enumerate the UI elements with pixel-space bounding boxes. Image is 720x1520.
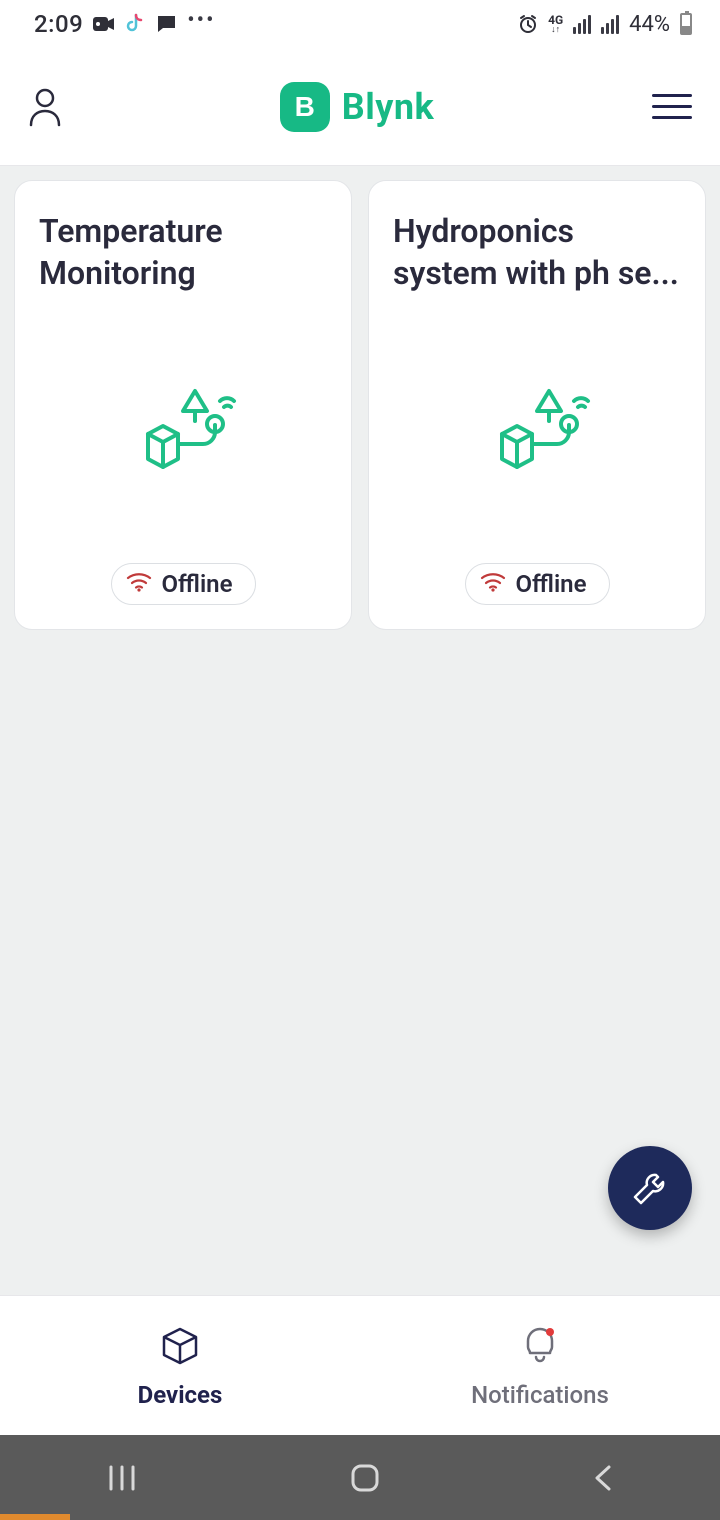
wifi-offline-icon: [480, 570, 506, 598]
tiktok-icon: [125, 13, 145, 35]
tools-fab[interactable]: [608, 1146, 692, 1230]
android-nav-bar: [0, 1435, 720, 1520]
status-label: Offline: [516, 570, 587, 598]
profile-icon[interactable]: [28, 87, 62, 127]
menu-button[interactable]: [652, 94, 692, 119]
device-grid: Temperature Monitoring Offline: [0, 166, 720, 644]
status-chip: Offline: [465, 563, 610, 605]
tab-label: Devices: [138, 1381, 223, 1409]
brand-logo: B Blynk: [280, 82, 435, 132]
status-time: 2:09: [34, 10, 83, 38]
status-chip: Offline: [111, 563, 256, 605]
more-icon: •••: [187, 8, 215, 33]
network-4g-icon: 4G↓↑: [548, 14, 563, 35]
alarm-icon: [518, 14, 538, 34]
device-card[interactable]: Temperature Monitoring Offline: [14, 180, 352, 630]
nav-home[interactable]: [349, 1462, 381, 1498]
signal-1-icon: [573, 15, 591, 34]
brand-badge: B: [280, 82, 330, 132]
tab-label: Notifications: [471, 1381, 609, 1409]
wifi-offline-icon: [126, 570, 152, 598]
status-label: Offline: [162, 570, 233, 598]
battery-percent: 44%: [629, 12, 670, 37]
device-title: Temperature Monitoring: [39, 211, 327, 294]
nav-back[interactable]: [591, 1463, 615, 1497]
device-card[interactable]: Hydroponics system with ph se... Offline: [368, 180, 706, 630]
device-title: Hydroponics system with ph se...: [393, 211, 681, 294]
bell-icon: [518, 1323, 562, 1371]
tab-notifications[interactable]: Notifications: [360, 1296, 720, 1435]
signal-2-icon: [601, 15, 619, 34]
bottom-tab-bar: Devices Notifications: [0, 1295, 720, 1435]
battery-icon: [680, 13, 692, 35]
tab-devices[interactable]: Devices: [0, 1296, 360, 1435]
android-status-bar: 2:09 ••• 4G↓↑ 44%: [0, 0, 720, 48]
app-header: B Blynk: [0, 48, 720, 166]
device-illustration-icon: [393, 294, 681, 563]
device-illustration-icon: [39, 294, 327, 563]
camera-icon: [93, 16, 115, 32]
brand-name: Blynk: [342, 86, 435, 128]
cube-icon: [158, 1323, 202, 1371]
wrench-icon: [629, 1167, 671, 1209]
nav-recents[interactable]: [105, 1463, 139, 1497]
chat-icon: [155, 14, 177, 34]
